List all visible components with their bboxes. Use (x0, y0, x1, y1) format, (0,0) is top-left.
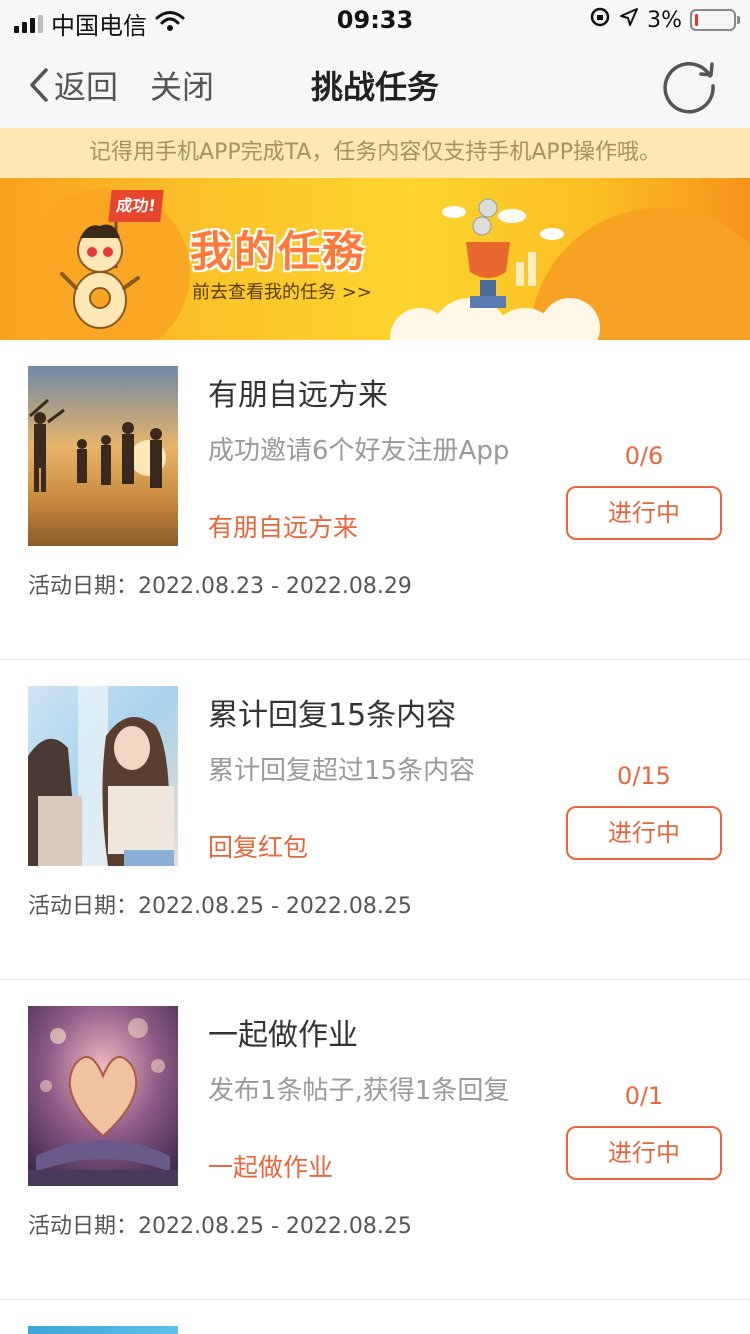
date-prefix: 活动日期： (28, 894, 139, 919)
status-bar: 中国电信 09:33 3% (0, 0, 750, 40)
nav-bar: 返回 关闭 挑战任务 (0, 40, 750, 128)
date-prefix: 活动日期： (28, 574, 139, 599)
success-flag: 成功! (108, 190, 164, 222)
task-tag: 一起做作业 (208, 1153, 334, 1182)
task-progress: 0/6 (624, 442, 664, 470)
banner-link[interactable]: 前去查看我的任务 >> (192, 278, 372, 304)
task-name: 一起做作业 (208, 1018, 358, 1053)
battery-icon (690, 9, 740, 31)
task-status-button[interactable]: 进行中 (566, 806, 722, 860)
task-card[interactable]: 累计回复15条内容 累计回复超过15条内容 回复红包 0/15 进行中 活动日期… (0, 660, 750, 980)
task-description: 发布1条帖子,获得1条回复 (208, 1076, 510, 1106)
task-thumbnail-partial (28, 1326, 178, 1334)
trophy-illustration (442, 198, 564, 308)
task-thumbnail-book-heart (28, 1006, 178, 1186)
task-status-button[interactable]: 进行中 (566, 486, 722, 540)
date-prefix: 活动日期： (28, 1214, 139, 1239)
task-description: 成功邀请6个好友注册App (208, 436, 510, 466)
date-range: 2022.08.23 - 2022.08.29 (138, 574, 412, 599)
task-tag: 回复红包 (208, 833, 309, 862)
task-date: 活动日期：2022.08.25 - 2022.08.25 (28, 888, 412, 920)
refresh-button[interactable] (660, 54, 720, 114)
task-date: 活动日期：2022.08.25 - 2022.08.25 (28, 1208, 412, 1240)
task-status-button[interactable]: 进行中 (566, 1126, 722, 1180)
task-description: 累计回复超过15条内容 (208, 756, 476, 786)
location-icon (619, 7, 639, 33)
mascot-illustration (60, 218, 140, 329)
my-tasks-banner[interactable]: 成功! 我的任務 前去查看我的任务 >> (0, 178, 750, 340)
date-range: 2022.08.25 - 2022.08.25 (138, 894, 412, 919)
rotation-lock-icon (589, 6, 611, 34)
task-name: 有朋自远方来 (208, 378, 388, 413)
task-card[interactable]: 一起做作业 发布1条帖子,获得1条回复 一起做作业 0/1 进行中 活动日期：2… (0, 980, 750, 1300)
task-card-partial[interactable] (0, 1300, 750, 1334)
refresh-icon (663, 62, 715, 114)
date-range: 2022.08.25 - 2022.08.25 (138, 1214, 412, 1239)
task-progress: 0/15 (617, 762, 671, 790)
status-right: 3% (589, 6, 740, 34)
task-card[interactable]: 有朋自远方来 成功邀请6个好友注册App 有朋自远方来 0/6 进行中 活动日期… (0, 340, 750, 660)
battery-label: 3% (647, 7, 682, 33)
task-date: 活动日期：2022.08.23 - 2022.08.29 (28, 568, 412, 600)
task-thumbnail-beach-friends (28, 366, 178, 546)
notice-bar: 记得用手机APP完成TA，任务内容仅支持手机APP操作哦。 (0, 128, 750, 178)
task-progress: 0/1 (624, 1082, 664, 1110)
task-name: 累计回复15条内容 (208, 698, 457, 733)
page-title: 挑战任务 (310, 68, 439, 106)
task-thumbnail-two-girls (28, 686, 178, 866)
task-tag: 有朋自远方来 (208, 513, 359, 542)
banner-title: 我的任務 (190, 227, 367, 276)
